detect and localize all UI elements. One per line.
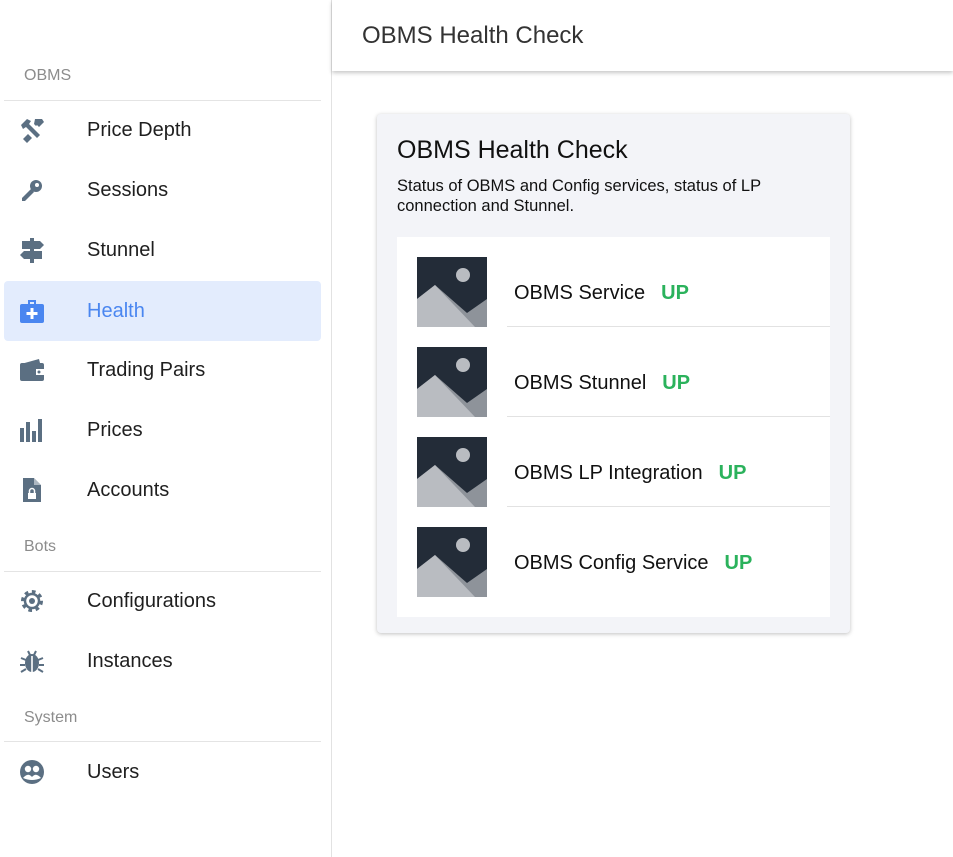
- list-item[interactable]: OBMS Config Service UP: [397, 507, 830, 597]
- service-name: OBMS Service: [514, 282, 646, 304]
- status-badge: UP: [662, 372, 691, 394]
- sidebar-item-label: Configurations: [87, 589, 216, 612]
- sidebar-item-prices[interactable]: Prices: [4, 400, 321, 460]
- sidebar-item-users[interactable]: Users: [4, 742, 321, 802]
- tools-icon: [21, 119, 44, 143]
- sidebar-item-instances[interactable]: Instances: [4, 631, 321, 691]
- sidebar-item-trading-pairs[interactable]: Trading Pairs: [4, 340, 321, 400]
- section-title-bots: Bots: [24, 538, 57, 555]
- sidebar-item-label: Price Depth: [87, 118, 192, 141]
- sidebar-item-accounts[interactable]: Accounts: [4, 460, 321, 520]
- sidebar-item-label: Users: [87, 760, 140, 783]
- list-item[interactable]: OBMS LP Integration UP: [397, 417, 830, 507]
- image-placeholder-icon: [417, 527, 487, 597]
- service-name-row: OBMS Stunnel UP: [514, 372, 690, 395]
- bar-chart-icon: [20, 419, 42, 442]
- sidebar-item-label: Prices: [87, 418, 143, 441]
- service-name: OBMS Config Service: [514, 552, 709, 574]
- health-check-card: OBMS Health Check Status of OBMS and Con…: [377, 114, 850, 633]
- status-badge: UP: [661, 282, 689, 304]
- sidebar-item-label: Accounts: [87, 478, 170, 501]
- service-name-row: OBMS Service UP: [514, 282, 689, 305]
- sidebar-item-label: Health: [87, 299, 145, 322]
- sidebar-item-configurations[interactable]: Configurations: [4, 571, 321, 631]
- image-placeholder-icon: [417, 257, 487, 327]
- card-description: Status of OBMS and Config services, stat…: [397, 177, 761, 215]
- section-title-obms: OBMS: [24, 67, 72, 84]
- medical-bag-icon: [20, 300, 44, 323]
- sidebar-item-sessions[interactable]: Sessions: [4, 160, 321, 220]
- key-icon: [22, 180, 42, 201]
- status-badge: UP: [724, 552, 753, 574]
- sidebar: OBMS Price Depth Sessions Stunnel Health…: [0, 0, 332, 857]
- image-placeholder-icon: [417, 347, 487, 417]
- list-item[interactable]: OBMS Stunnel UP: [397, 327, 830, 417]
- wallet-icon: [20, 359, 44, 381]
- page-title: OBMS Health Check: [362, 22, 584, 49]
- status-badge: UP: [718, 462, 747, 484]
- users-icon: [20, 760, 44, 784]
- sidebar-item-label: Instances: [87, 649, 173, 672]
- page-header: OBMS Health Check: [332, 0, 953, 71]
- sidebar-item-label: Stunnel: [87, 238, 155, 261]
- signpost-icon: [20, 238, 44, 263]
- sidebar-item-label: Trading Pairs: [87, 358, 206, 381]
- sidebar-item-price-depth[interactable]: Price Depth: [4, 100, 321, 160]
- service-name-row: OBMS LP Integration UP: [514, 462, 746, 485]
- service-name: OBMS Stunnel: [514, 372, 647, 394]
- sidebar-item-label: Sessions: [87, 178, 169, 201]
- bug-icon: [20, 650, 44, 673]
- list-item[interactable]: OBMS Service UP: [397, 237, 830, 327]
- gear-icon: [21, 590, 43, 612]
- sidebar-item-stunnel[interactable]: Stunnel: [4, 220, 321, 280]
- sidebar-item-health[interactable]: Health: [4, 281, 321, 341]
- section-title-system: System: [24, 709, 78, 726]
- service-name: OBMS LP Integration: [514, 462, 703, 484]
- card-title: OBMS Health Check: [397, 136, 628, 164]
- file-lock-icon: [23, 478, 41, 502]
- service-name-row: OBMS Config Service UP: [514, 552, 752, 575]
- image-placeholder-icon: [417, 437, 487, 507]
- service-list: OBMS Service UP OBMS Stunnel UP OBMS LP In…: [397, 237, 830, 617]
